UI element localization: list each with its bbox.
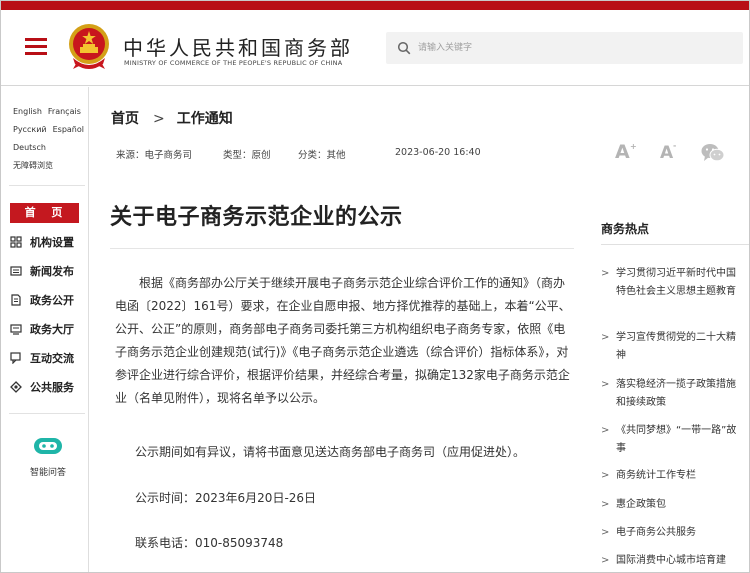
article-paragraph: 联系电话：010-85093748	[135, 536, 284, 550]
left-sidebar: English Français Русский Español Deutsch 无…	[1, 87, 89, 572]
accessibility-link[interactable]: 无障碍浏览	[13, 161, 53, 170]
hall-icon	[10, 324, 22, 335]
robot-icon	[34, 438, 62, 454]
service-icon	[10, 381, 22, 393]
article-title: 关于电子商务示范企业的公示	[110, 205, 403, 230]
divider	[601, 244, 749, 245]
page: 中华人民共和国商务部 MINISTRY OF COMMERCE OF THE P…	[0, 0, 750, 573]
font-large-icon[interactable]: A	[615, 141, 630, 163]
article-paragraph: 公示期间如有异议，请将书面意见送达商务部电子商务司（应用促进处）。	[135, 445, 526, 459]
national-emblem-icon[interactable]	[67, 22, 111, 72]
meta-datetime: 2023-06-20 16:40	[395, 147, 481, 158]
article-paragraph: 根据《商务部办公厅关于继续开展电子商务示范企业综合评价工作的通知》（商办电函〔2…	[115, 276, 571, 405]
menu-icon[interactable]	[25, 38, 47, 56]
hot-item[interactable]: > 落实稳经济一揽子政策措施和接续政策	[601, 376, 743, 411]
chevron-right-icon: >	[601, 470, 610, 481]
hot-item[interactable]: > 学习贯彻习近平新时代中国特色社会主义思想主题教育	[601, 265, 743, 300]
site-name-en: MINISTRY OF COMMERCE OF THE PEOPLE'S REP…	[124, 59, 343, 67]
lang-english[interactable]: English	[13, 107, 42, 116]
meta-category: 分类：其他	[298, 150, 346, 161]
breadcrumb-separator: >	[153, 111, 165, 127]
document-icon	[11, 294, 21, 306]
sidebar-item-interact[interactable]: 互动交流	[10, 350, 86, 368]
wechat-icon[interactable]	[701, 143, 725, 163]
lang-german[interactable]: Deutsch	[13, 143, 46, 152]
search-input[interactable]	[418, 38, 728, 58]
hot-item[interactable]: > 惠企政策包	[601, 496, 743, 514]
divider	[9, 185, 85, 186]
chat-icon	[10, 352, 21, 364]
meta-source: 来源：电子商务司	[116, 150, 193, 161]
hot-item[interactable]: > 电子商务公共服务	[601, 524, 743, 542]
chevron-right-icon: >	[601, 332, 610, 343]
hot-topics-heading: 商务热点	[601, 222, 650, 236]
font-small-icon[interactable]: A	[660, 143, 673, 163]
site-name-cn[interactable]: 中华人民共和国商务部	[123, 32, 353, 61]
hot-item[interactable]: > 《共同梦想》“一带一路”故事	[601, 422, 743, 457]
chevron-right-icon: >	[601, 379, 610, 390]
sidebar-item-label: 政务大厅	[30, 323, 74, 336]
lang-spanish[interactable]: Español	[53, 125, 84, 134]
hot-item[interactable]: > 商务统计工作专栏	[601, 467, 743, 485]
chevron-right-icon: >	[601, 555, 610, 566]
breadcrumb: 首页 > 工作通知	[111, 108, 233, 128]
assistant-label: 智能问答	[29, 468, 66, 478]
search-icon[interactable]	[397, 41, 411, 55]
sidebar-item-news[interactable]: 新闻发布	[10, 263, 86, 281]
lang-french[interactable]: Français	[48, 107, 81, 116]
chevron-right-icon: >	[601, 268, 610, 279]
hot-item[interactable]: > 学习宣传贯彻党的二十大精神	[601, 329, 743, 364]
sidebar-item-hall[interactable]: 政务大厅	[10, 321, 86, 339]
sidebar-item-label: 公共服务	[30, 381, 74, 394]
breadcrumb-current[interactable]: 工作通知	[177, 111, 233, 127]
divider	[9, 413, 85, 414]
header: 中华人民共和国商务部 MINISTRY OF COMMERCE OF THE P…	[1, 10, 749, 86]
org-icon	[10, 236, 22, 248]
font-minus-icon: -	[673, 141, 677, 150]
meta-type: 类型：原创	[223, 150, 271, 161]
chevron-right-icon: >	[601, 425, 610, 436]
chevron-right-icon: >	[601, 527, 610, 538]
sidebar-item-label: 新闻发布	[30, 265, 74, 278]
assistant-button[interactable]: 智能问答	[23, 435, 73, 478]
sidebar-item-label: 互动交流	[30, 352, 74, 365]
news-icon	[10, 266, 22, 276]
font-plus-icon: +	[630, 142, 637, 151]
title-divider	[110, 248, 574, 249]
sidebar-item-label: 政务公开	[30, 294, 74, 307]
search-box	[386, 32, 743, 64]
article-paragraph: 公示时间：2023年6月20日-26日	[135, 491, 317, 505]
lang-russian[interactable]: Русский	[13, 125, 47, 134]
hot-item[interactable]: > 国际消费中心城市培育建	[601, 552, 743, 570]
breadcrumb-home[interactable]: 首页	[111, 111, 139, 127]
sidebar-item-service[interactable]: 公共服务	[10, 379, 86, 397]
chevron-right-icon: >	[601, 499, 610, 510]
sidebar-item-gov-info[interactable]: 政务公开	[10, 292, 86, 310]
sidebar-item-label: 机构设置	[30, 236, 74, 249]
sidebar-item-org[interactable]: 机构设置	[10, 234, 86, 252]
top-strip	[1, 1, 749, 10]
language-list: English Français Русский Español Deutsch 无…	[13, 103, 85, 175]
home-button[interactable]: 首 页	[10, 203, 79, 223]
